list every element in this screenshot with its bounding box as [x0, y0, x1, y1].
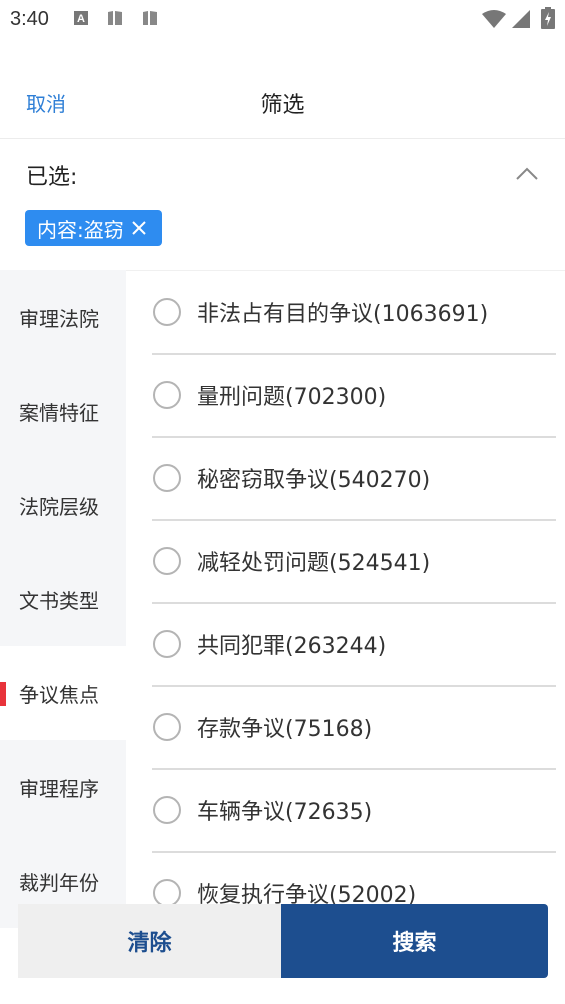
- list-item[interactable]: 车辆争议(72635): [152, 768, 556, 853]
- list-item[interactable]: 减轻处罚问题(524541): [152, 519, 556, 604]
- sidebar-item-case-features[interactable]: 案情特征: [0, 364, 126, 458]
- sim-card-icon: [108, 11, 122, 25]
- action-bar: 清除 搜索: [18, 904, 548, 978]
- page-title: 筛选: [260, 93, 305, 118]
- list-item[interactable]: 量刑问题(702300): [152, 353, 556, 438]
- selected-chip: 内容:盗窃: [25, 210, 162, 246]
- sidebar-item-label: 审理程序: [19, 776, 99, 801]
- battery-icon: [541, 7, 555, 29]
- radio-button[interactable]: [153, 795, 181, 824]
- a-notification-icon: A: [74, 11, 88, 25]
- status-time: 3:40: [10, 8, 49, 30]
- list-item[interactable]: 秘密窃取争议(540270): [152, 436, 556, 521]
- svg-text:A: A: [77, 13, 85, 25]
- option-label: 车辆争议(72635): [197, 799, 373, 825]
- list-item[interactable]: 共同犯罪(263244): [152, 602, 556, 687]
- option-label: 非法占有目的争议(1063691): [197, 301, 489, 327]
- status-bar: 3:40 A: [0, 0, 565, 40]
- sidebar-item-label: 审理法院: [19, 306, 99, 331]
- radio-button[interactable]: [153, 297, 181, 326]
- selected-label: 已选:: [26, 165, 78, 190]
- cell-signal-icon: [512, 10, 530, 28]
- sidebar-item-label: 争议焦点: [19, 682, 99, 707]
- list-item[interactable]: 非法占有目的争议(1063691): [152, 270, 556, 355]
- sidebar-item-procedure[interactable]: 审理程序: [0, 740, 126, 834]
- option-label: 秘密窃取争议(540270): [197, 467, 431, 493]
- filter-header: 取消 筛选: [0, 60, 565, 139]
- radio-button[interactable]: [153, 629, 181, 658]
- sidebar-item-label: 文书类型: [19, 588, 99, 613]
- sidebar-item-court-level[interactable]: 法院层级: [0, 458, 126, 552]
- option-label: 量刑问题(702300): [197, 384, 387, 410]
- sidebar-item-label: 裁判年份: [19, 870, 99, 895]
- chevron-up-icon[interactable]: [515, 164, 539, 184]
- sidebar-item-document-type[interactable]: 文书类型: [0, 552, 126, 646]
- selected-filters: 已选: 内容:盗窃: [0, 138, 565, 271]
- wifi-icon: [482, 10, 506, 28]
- radio-button[interactable]: [153, 878, 181, 907]
- option-label: 存款争议(75168): [197, 716, 373, 742]
- category-sidebar: 审理法院 案情特征 法院层级 文书类型 争议焦点 审理程序 裁判年份: [0, 270, 126, 930]
- sim-card-icon: [143, 11, 157, 25]
- radio-button[interactable]: [153, 380, 181, 409]
- clear-button[interactable]: 清除: [18, 904, 281, 978]
- search-button[interactable]: 搜索: [281, 904, 548, 978]
- radio-button[interactable]: [153, 712, 181, 741]
- sidebar-item-court[interactable]: 审理法院: [0, 270, 126, 364]
- sidebar-item-label: 案情特征: [19, 400, 99, 425]
- radio-button[interactable]: [153, 463, 181, 492]
- list-item[interactable]: 存款争议(75168): [152, 685, 556, 770]
- chip-label: 内容:盗窃: [37, 217, 124, 242]
- option-list: 非法占有目的争议(1063691) 量刑问题(702300) 秘密窃取争议(54…: [126, 270, 565, 930]
- option-label: 减轻处罚问题(524541): [197, 550, 431, 576]
- option-label: 共同犯罪(263244): [197, 633, 387, 659]
- radio-button[interactable]: [153, 546, 181, 575]
- close-icon[interactable]: [130, 219, 148, 237]
- sidebar-item-dispute-focus[interactable]: 争议焦点: [0, 646, 126, 740]
- sidebar-item-label: 法院层级: [19, 494, 99, 519]
